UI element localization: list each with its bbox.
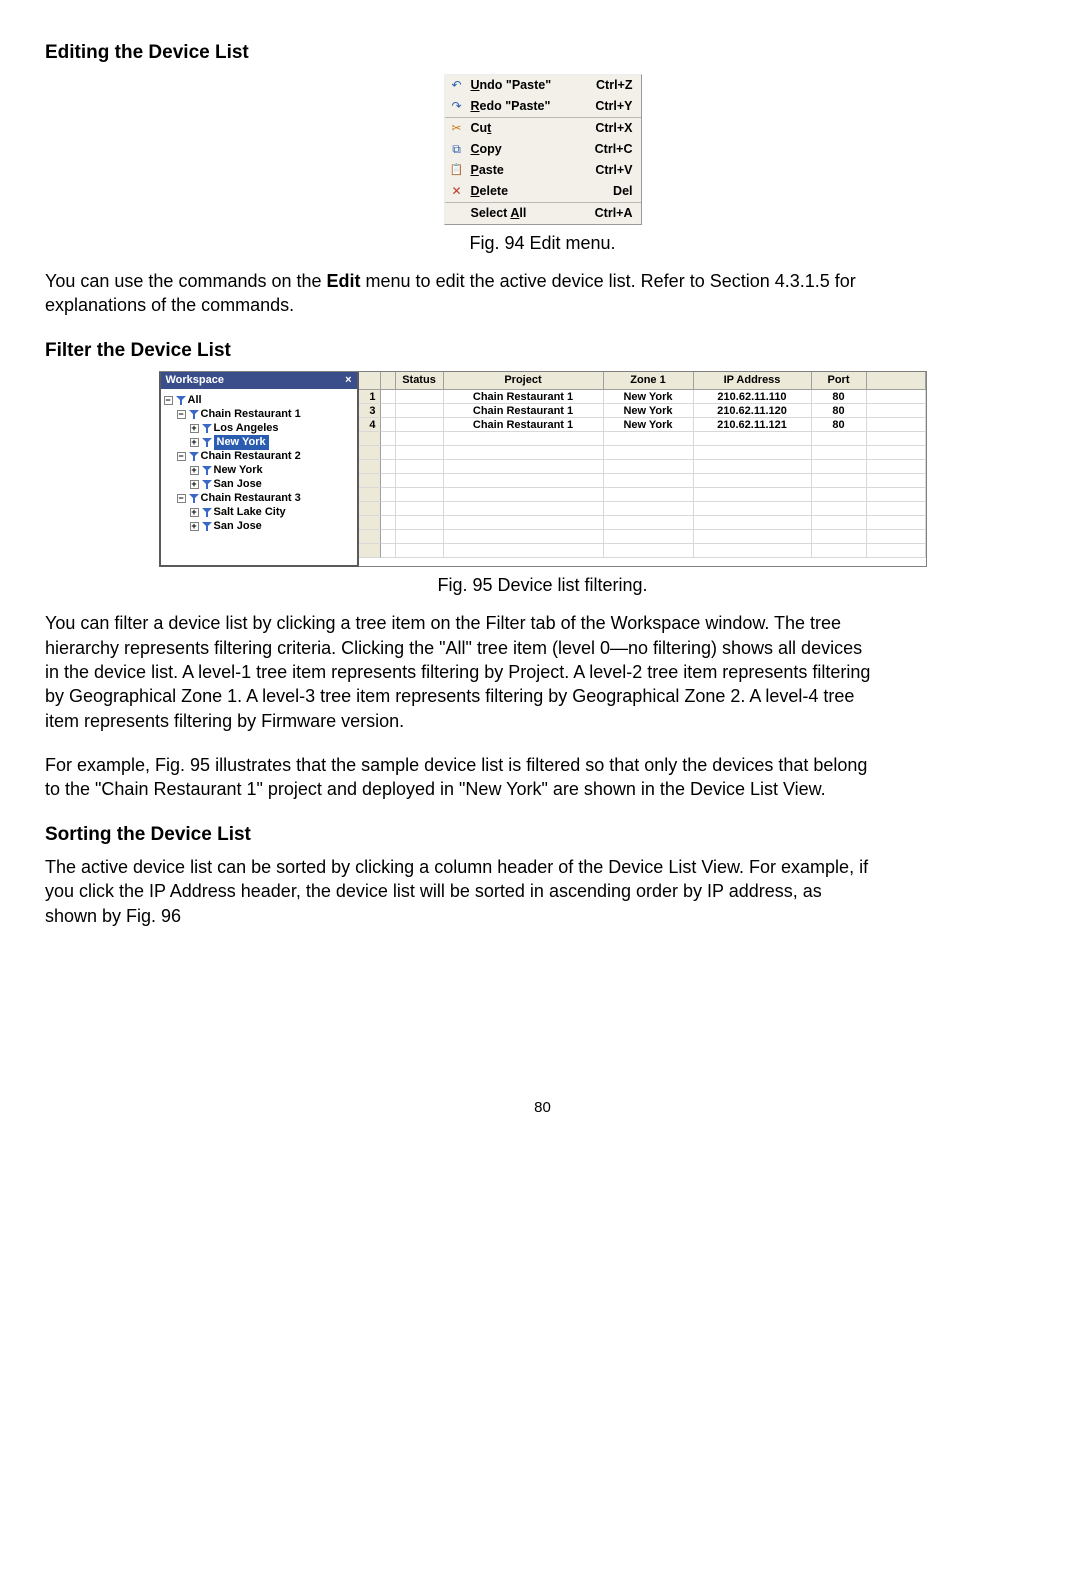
col-project[interactable]: Project: [444, 372, 604, 389]
menu-redo[interactable]: Redo "Paste" Ctrl+Y: [445, 96, 641, 117]
redo-label: Redo "Paste": [471, 98, 590, 115]
page-number: 80: [45, 1098, 1040, 1118]
table-empty-row: [359, 488, 926, 502]
table-empty-row: [359, 516, 926, 530]
delete-label: Delete: [471, 183, 608, 200]
select-all-shortcut: Ctrl+A: [595, 205, 633, 222]
tree-all[interactable]: −All: [164, 393, 354, 407]
delete-shortcut: Del: [613, 183, 632, 200]
funnel-icon: [202, 480, 212, 489]
col-status[interactable]: Status: [396, 372, 444, 389]
menu-select-all[interactable]: Select All Ctrl+A: [445, 203, 641, 224]
paste-icon: [449, 162, 465, 178]
undo-shortcut: Ctrl+Z: [596, 77, 632, 94]
table-row[interactable]: 4Chain Restaurant 1New York210.62.11.121…: [359, 418, 926, 432]
funnel-icon: [202, 522, 212, 531]
caption-fig95: Fig. 95 Device list filtering.: [45, 573, 1040, 597]
col-rownum[interactable]: [359, 372, 381, 389]
undo-icon: [449, 77, 465, 93]
tree-slc[interactable]: +Salt Lake City: [190, 505, 354, 519]
fig94-edit-menu: Undo "Paste" Ctrl+Z Redo "Paste" Ctrl+Y …: [45, 74, 1040, 225]
table-body: 1Chain Restaurant 1New York210.62.11.110…: [359, 390, 926, 566]
caption-fig94: Fig. 94 Edit menu.: [45, 231, 1040, 255]
para-filter-explain: You can filter a device list by clicking…: [45, 611, 875, 732]
funnel-icon: [189, 494, 199, 503]
filter-tree: −All −Chain Restaurant 1 +Los Angeles +N…: [161, 389, 357, 565]
tree-ny2[interactable]: +New York: [190, 463, 354, 477]
table-row[interactable]: 3Chain Restaurant 1New York210.62.11.120…: [359, 404, 926, 418]
paste-shortcut: Ctrl+V: [595, 162, 632, 179]
col-rest: [867, 372, 926, 389]
delete-icon: [449, 183, 465, 199]
menu-delete[interactable]: Delete Del: [445, 181, 641, 202]
para-filter-example: For example, Fig. 95 illustrates that th…: [45, 753, 875, 802]
device-table-panel: Status Project Zone 1 IP Address Port 1C…: [359, 372, 927, 567]
funnel-icon: [189, 410, 199, 419]
table-empty-row: [359, 460, 926, 474]
table-empty-row: [359, 474, 926, 488]
cut-icon: [449, 120, 465, 136]
table-empty-row: [359, 544, 926, 558]
table-empty-row: [359, 446, 926, 460]
table-empty-row: [359, 432, 926, 446]
col-id[interactable]: [381, 372, 396, 389]
menu-cut[interactable]: Cut Ctrl+X: [445, 118, 641, 139]
table-header: Status Project Zone 1 IP Address Port: [359, 372, 926, 390]
redo-icon: [449, 98, 465, 114]
workspace-panel: Workspace × −All −Chain Restaurant 1 +Lo…: [159, 372, 359, 567]
tree-cr3[interactable]: −Chain Restaurant 3: [177, 491, 354, 505]
tree-la[interactable]: +Los Angeles: [190, 421, 354, 435]
select-all-label: Select All: [471, 205, 589, 222]
heading-filter: Filter the Device List: [45, 338, 1040, 364]
funnel-icon: [202, 508, 212, 517]
tree-ny-selected[interactable]: +New York: [190, 435, 354, 449]
redo-shortcut: Ctrl+Y: [595, 98, 632, 115]
tree-sj[interactable]: +San Jose: [190, 477, 354, 491]
menu-paste[interactable]: Paste Ctrl+V: [445, 160, 641, 181]
funnel-icon: [202, 466, 212, 475]
funnel-icon: [176, 396, 186, 405]
table-empty-row: [359, 502, 926, 516]
col-zone1[interactable]: Zone 1: [604, 372, 694, 389]
copy-icon: [449, 141, 465, 157]
table-row[interactable]: 1Chain Restaurant 1New York210.62.11.110…: [359, 390, 926, 404]
para-sorting: The active device list can be sorted by …: [45, 855, 875, 928]
copy-shortcut: Ctrl+C: [595, 141, 633, 158]
menu-undo[interactable]: Undo "Paste" Ctrl+Z: [445, 75, 641, 96]
funnel-icon: [202, 424, 212, 433]
heading-editing: Editing the Device List: [45, 40, 1040, 66]
para-edit-menu-intro: You can use the commands on the Edit men…: [45, 269, 875, 318]
tree-cr1[interactable]: −Chain Restaurant 1: [177, 407, 354, 421]
blank-icon: [449, 205, 465, 221]
funnel-icon: [202, 438, 212, 447]
table-empty-row: [359, 530, 926, 544]
workspace-close-button[interactable]: ×: [345, 373, 351, 388]
col-port[interactable]: Port: [812, 372, 867, 389]
tree-sj2[interactable]: +San Jose: [190, 519, 354, 533]
fig95-filter: Workspace × −All −Chain Restaurant 1 +Lo…: [45, 371, 1040, 567]
heading-sorting: Sorting the Device List: [45, 822, 1040, 848]
col-ip[interactable]: IP Address: [694, 372, 812, 389]
workspace-title-text: Workspace: [166, 373, 225, 388]
paste-label: Paste: [471, 162, 590, 179]
funnel-icon: [189, 452, 199, 461]
menu-copy[interactable]: Copy Ctrl+C: [445, 139, 641, 160]
cut-shortcut: Ctrl+X: [595, 120, 632, 137]
copy-label: Copy: [471, 141, 589, 158]
undo-label: Undo "Paste": [471, 77, 591, 94]
tree-cr2[interactable]: −Chain Restaurant 2: [177, 449, 354, 463]
edit-menu: Undo "Paste" Ctrl+Z Redo "Paste" Ctrl+Y …: [444, 74, 642, 225]
workspace-titlebar: Workspace ×: [161, 372, 357, 389]
cut-label: Cut: [471, 120, 590, 137]
